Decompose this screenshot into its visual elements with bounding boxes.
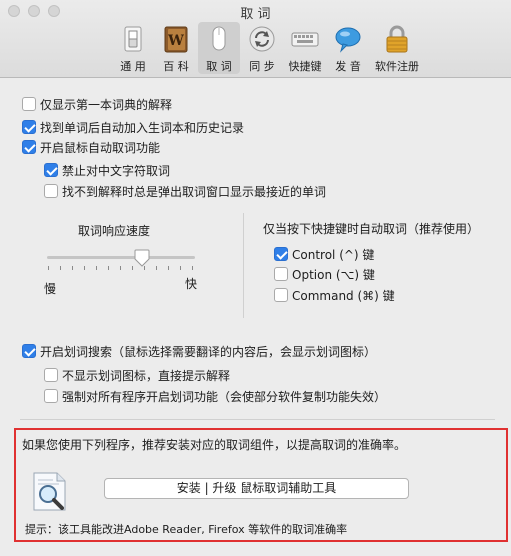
tab-encyclopedia[interactable]: W 百 科: [155, 22, 197, 74]
slider-tick: [60, 266, 61, 270]
tab-sync[interactable]: 同 步: [241, 22, 283, 74]
mouse-lookup-checkbox[interactable]: [22, 140, 36, 154]
slider-tick: [180, 266, 181, 270]
tab-lookup[interactable]: 取 词: [198, 22, 240, 74]
first-dict-only-checkbox[interactable]: [22, 97, 36, 111]
speed-slider-knob[interactable]: [134, 249, 150, 267]
slider-tick: [132, 266, 133, 270]
force-all-programs-label: 强制对所有程序开启划词功能（会使部分软件复制功能失效）: [62, 390, 387, 404]
tab-registration[interactable]: 软件注册: [370, 22, 424, 74]
no-chinese-label: 禁止对中文字符取词: [62, 164, 171, 178]
speed-title: 取词响应速度: [78, 224, 151, 238]
vertical-divider: [243, 213, 244, 318]
helper-hint-text: 提示：该工具能改进Adobe Reader, Firefox 等软件的取词准确率: [25, 523, 348, 536]
popup-nearest-checkbox[interactable]: [44, 184, 58, 198]
force-all-programs-checkbox[interactable]: [44, 389, 58, 403]
option-key-label: Option (⌥) 键: [292, 268, 375, 282]
general-switch-icon: [124, 26, 142, 52]
tab-pronunciation[interactable]: 发 音: [327, 22, 369, 74]
selection-search-label: 开启划词搜索（鼠标选择需要翻译的内容后，会显示划词图标）: [40, 345, 377, 359]
no-selection-icon-label: 不显示划词图标，直接提示解释: [62, 369, 231, 383]
title-bar: 取 词 通 用 W 百 科 取 词 同 步 快捷键 发 音 软件注册: [0, 0, 511, 78]
sync-icon: [249, 26, 275, 52]
slider-tick: [48, 266, 49, 270]
slider-tick: [168, 266, 169, 270]
speed-slow-label: 慢: [44, 282, 57, 296]
slider-tick: [120, 266, 121, 270]
encyclopedia-book-icon: W: [164, 26, 188, 53]
popup-nearest-label: 找不到解释时总是弹出取词窗口显示最接近的单词: [62, 185, 327, 199]
speed-fast-label: 快: [185, 277, 198, 291]
auto-add-wordbook-checkbox[interactable]: [22, 120, 36, 134]
control-key-checkbox[interactable]: [274, 247, 288, 261]
padlock-icon: [386, 25, 408, 53]
tab-registration-label: 软件注册: [375, 60, 419, 73]
mouse-icon: [212, 26, 226, 51]
no-selection-icon-checkbox[interactable]: [44, 368, 58, 382]
no-chinese-checkbox[interactable]: [44, 163, 58, 177]
speech-bubble-icon: [335, 27, 361, 53]
command-key-label: Command (⌘) 键: [292, 289, 395, 303]
preferences-toolbar: 通 用 W 百 科 取 词 同 步 快捷键 发 音 软件注册: [112, 22, 425, 76]
slider-tick: [96, 266, 97, 270]
install-helper-button[interactable]: 安装 | 升级 鼠标取词辅助工具: [104, 478, 409, 499]
option-key-checkbox[interactable]: [274, 267, 288, 281]
first-dict-only-label: 仅显示第一本词典的解释: [40, 98, 173, 112]
control-key-label: Control (^) 键: [292, 248, 375, 262]
document-magnifier-icon: [33, 472, 66, 511]
tab-general[interactable]: 通 用: [112, 22, 154, 74]
window-title: 取 词: [240, 7, 271, 22]
keyboard-icon: [291, 32, 319, 47]
slider-tick: [108, 266, 109, 270]
svg-text:W: W: [167, 33, 184, 49]
auto-add-wordbook-label: 找到单词后自动加入生词本和历史记录: [40, 121, 245, 135]
preferences-window: 取 词 通 用 W 百 科 取 词 同 步 快捷键 发 音 软件注册 仅显示第一…: [0, 0, 511, 556]
slider-tick: [192, 266, 193, 270]
helper-intro-text: 如果您使用下列程序，推荐安装对应的取词组件，以提高取词的准确率。: [22, 438, 407, 452]
mouse-lookup-label: 开启鼠标自动取词功能: [40, 141, 161, 155]
hotkey-title: 仅当按下快捷键时自动取词（推荐使用）: [263, 222, 480, 236]
tab-hotkey[interactable]: 快捷键: [284, 22, 326, 74]
command-key-checkbox[interactable]: [274, 288, 288, 302]
slider-tick: [156, 266, 157, 270]
slider-tick: [84, 266, 85, 270]
horizontal-divider: [20, 419, 495, 420]
slider-tick: [72, 266, 73, 270]
selection-search-checkbox[interactable]: [22, 344, 36, 358]
speed-slider-track[interactable]: [47, 256, 195, 259]
